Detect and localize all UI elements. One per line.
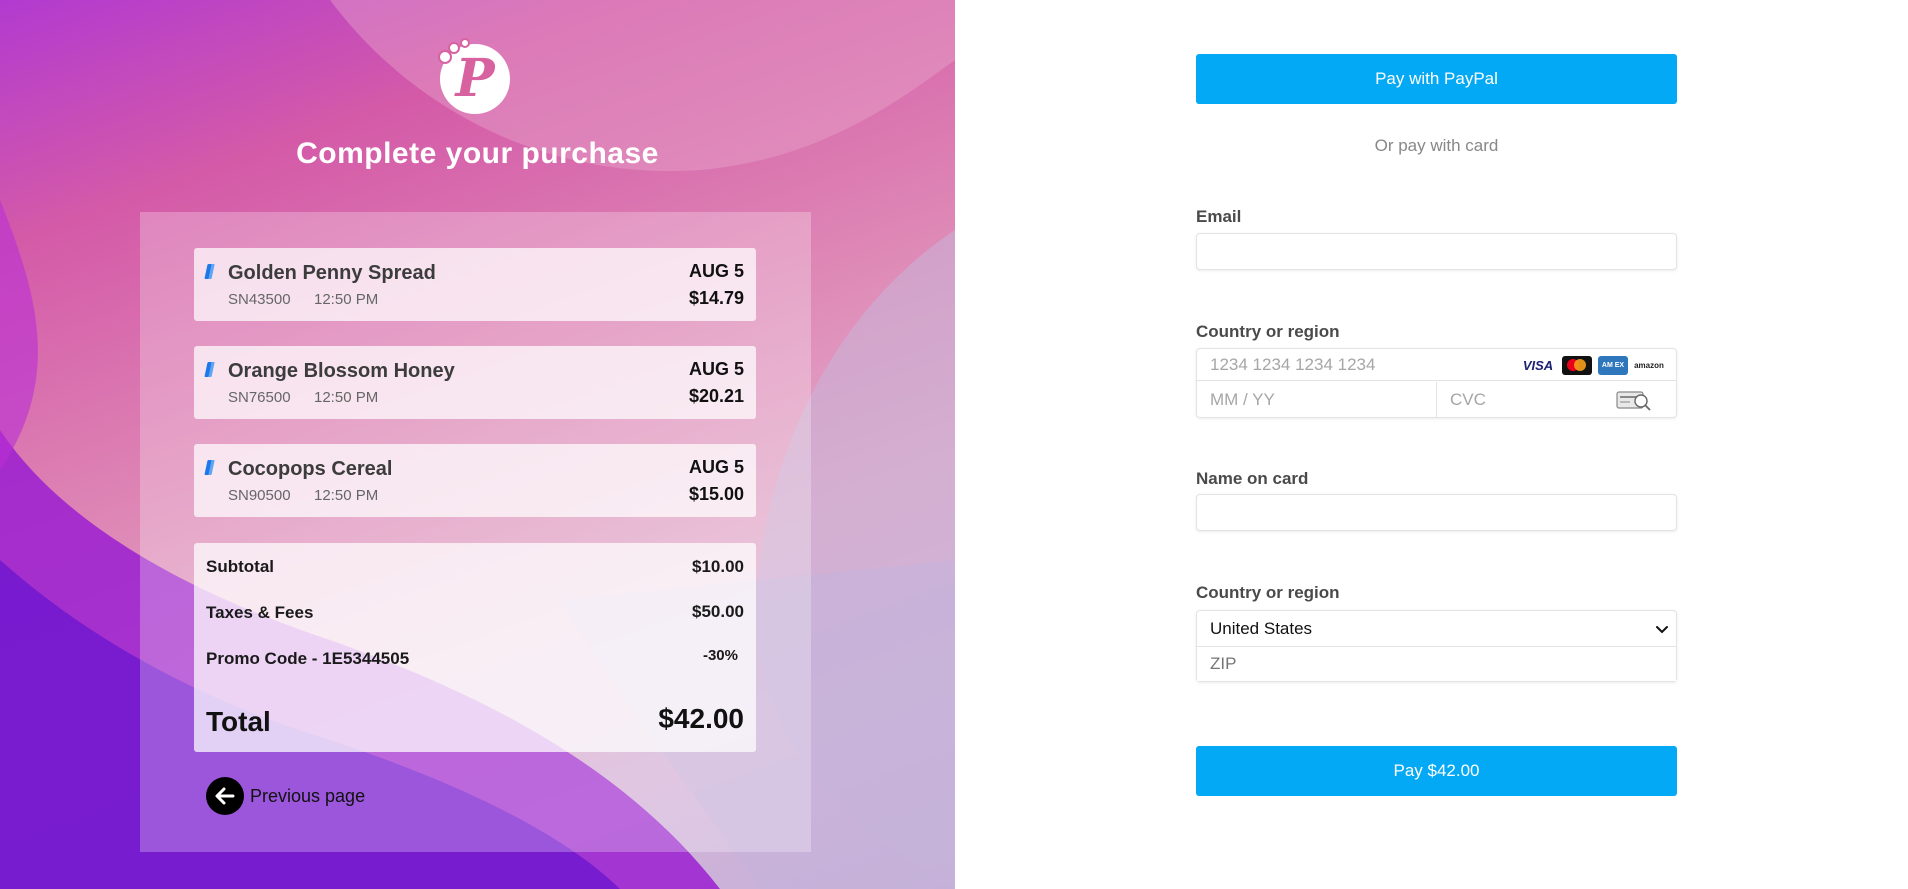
ticket-icon [204, 362, 215, 377]
amex-icon: AM EX [1598, 356, 1628, 375]
item-date: AUG 5 [688, 359, 744, 379]
item-price: $15.00 [688, 484, 744, 504]
item-name: Cocopops Cereal [228, 458, 393, 480]
item-date: AUG 5 [688, 261, 744, 281]
ticket-icon [204, 264, 215, 279]
amazon-icon: amazon [1634, 361, 1664, 370]
subtotal-label: Subtotal [206, 557, 274, 576]
email-field[interactable] [1196, 233, 1677, 270]
cart-panel: Golden Penny Spread SN43500 12:50 PM AUG… [140, 212, 811, 852]
chevron-down-icon [1656, 626, 1668, 634]
item-time: 12:50 PM [314, 487, 379, 504]
country-value: United States [1210, 618, 1313, 638]
promo-value: -30% [702, 647, 738, 664]
order-summary-panel: P Complete your purchase Golden Penny Sp… [0, 0, 955, 889]
item-price: $20.21 [688, 386, 744, 406]
card-number-field[interactable]: VISA AM EX amazon [1197, 349, 1676, 381]
mastercard-icon [1562, 356, 1592, 375]
pay-with-paypal-button[interactable]: Pay with PayPal [1196, 54, 1677, 104]
item-time: 12:50 PM [314, 389, 379, 406]
arrow-left-icon[interactable] [206, 777, 244, 815]
email-label: Email [1196, 207, 1242, 226]
country-label: Country or region [1196, 583, 1340, 602]
pay-button[interactable]: Pay $42.00 [1196, 746, 1677, 796]
email-input[interactable] [1197, 234, 1676, 269]
card-details-field: VISA AM EX amazon [1196, 348, 1677, 418]
cvc-field[interactable] [1437, 382, 1676, 417]
item-name: Golden Penny Spread [228, 262, 436, 284]
card-brands: VISA AM EX amazon [1520, 356, 1664, 375]
visa-icon: VISA [1522, 358, 1554, 373]
zip-input[interactable] [1197, 647, 1676, 681]
item-time: 12:50 PM [314, 291, 379, 308]
zip-field[interactable] [1197, 647, 1676, 681]
cvc-card-icon [1616, 391, 1651, 411]
expiry-input[interactable] [1197, 382, 1436, 417]
expiry-field[interactable] [1197, 382, 1437, 417]
cart-item: Orange Blossom Honey SN76500 12:50 PM AU… [194, 346, 756, 419]
name-on-card-input[interactable] [1197, 495, 1676, 530]
cart-item: Golden Penny Spread SN43500 12:50 PM AUG… [194, 248, 756, 321]
subtotal-value: $10.00 [692, 557, 744, 576]
ticket-icon [204, 460, 215, 475]
total-value: $42.00 [658, 703, 744, 734]
previous-page-link[interactable]: Previous page [206, 777, 365, 815]
cart-item: Cocopops Cereal SN90500 12:50 PM AUG 5 $… [194, 444, 756, 517]
order-totals: Subtotal $10.00 Taxes & Fees $50.00 Prom… [194, 543, 756, 752]
item-sku: SN43500 [228, 291, 291, 308]
item-sku: SN90500 [228, 487, 291, 504]
country-select[interactable]: United States [1197, 611, 1676, 647]
promo-label: Promo Code - 1E5344505 [206, 649, 410, 668]
name-on-card-field[interactable] [1196, 494, 1677, 531]
item-name: Orange Blossom Honey [228, 360, 455, 382]
brand-logo: P [438, 38, 510, 114]
or-pay-with-card-label: Or pay with card [1374, 136, 1499, 155]
taxes-label: Taxes & Fees [206, 603, 314, 622]
item-sku: SN76500 [228, 389, 291, 406]
page-title: Complete your purchase [296, 137, 659, 170]
previous-page-label[interactable]: Previous page [250, 786, 365, 807]
card-section-label: Country or region [1196, 322, 1340, 341]
taxes-value: $50.00 [692, 602, 744, 621]
name-on-card-label: Name on card [1196, 469, 1309, 488]
total-label: Total [206, 706, 271, 737]
item-price: $14.79 [688, 288, 744, 308]
billing-address-field: United States [1196, 610, 1677, 682]
item-date: AUG 5 [688, 457, 744, 477]
